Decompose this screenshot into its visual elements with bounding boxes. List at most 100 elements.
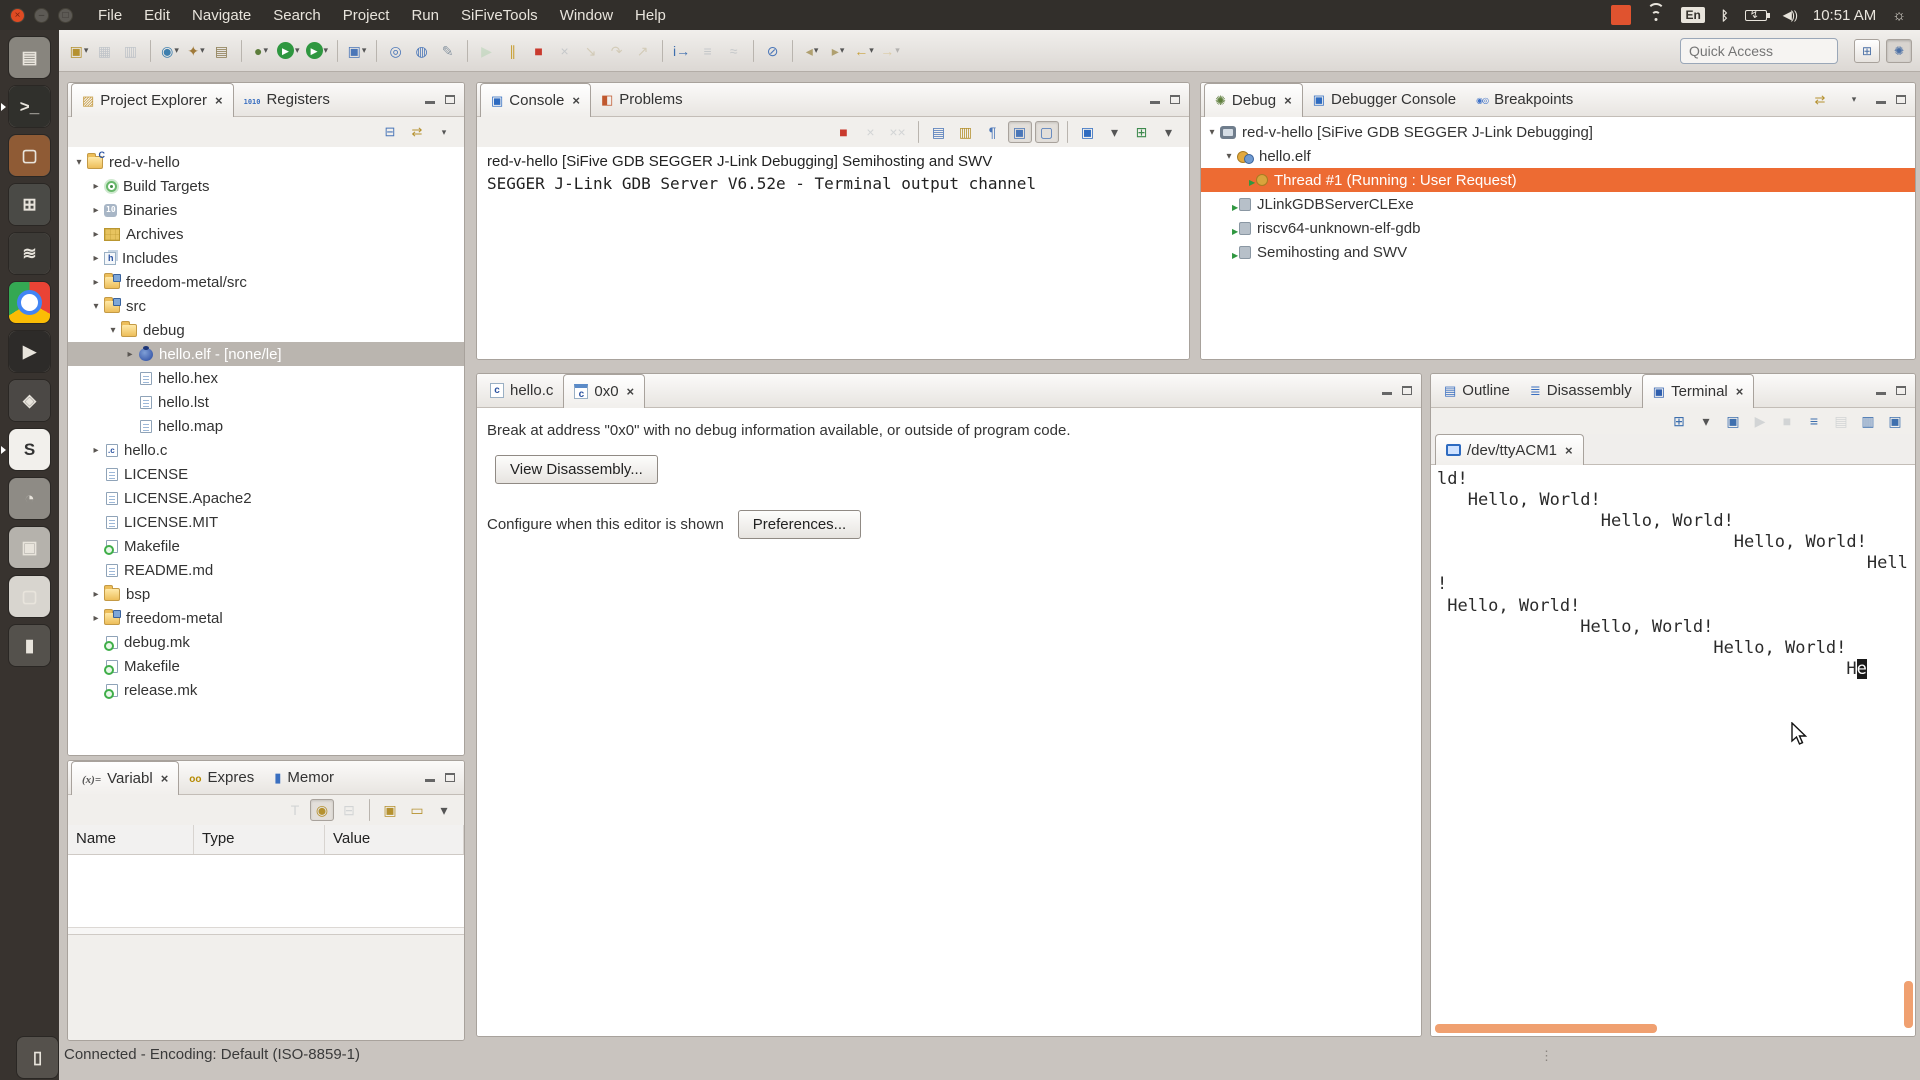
close-tab-icon[interactable]: ×	[627, 384, 635, 399]
tab-0x0[interactable]: 0x0 ×	[563, 374, 645, 408]
launcher-trash[interactable]: ▯	[16, 1036, 59, 1079]
expand-arrow[interactable]: ▾	[106, 325, 120, 336]
new-cpp-button[interactable]: ▣ ▾	[345, 38, 369, 64]
tree-row[interactable]: Makefile	[68, 534, 464, 558]
collapse-all-variables-button[interactable]: ⊟	[337, 799, 361, 821]
tree-row[interactable]: ▸ Binaries	[68, 198, 464, 222]
tree-row[interactable]: debug.mk	[68, 630, 464, 654]
tab-debug[interactable]: Debug ×	[1204, 83, 1303, 117]
display-selected-console-button[interactable]: ▣	[1076, 121, 1100, 143]
window-maximize-button[interactable]: □	[58, 8, 73, 23]
clear-console-button[interactable]: ▤	[927, 121, 951, 143]
expand-arrow[interactable]: ▸	[89, 253, 103, 264]
launcher-office[interactable]: ▢	[8, 575, 51, 618]
tree-row[interactable]: hello.map	[68, 414, 464, 438]
toolbar-button[interactable]	[792, 40, 793, 62]
run-button[interactable]: ▶ ▾	[275, 38, 302, 64]
detach-variables-button[interactable]: ▭	[405, 799, 429, 821]
tree-row[interactable]: LICENSE	[68, 462, 464, 486]
tree-row[interactable]: ▸ freedom-metal/src	[68, 270, 464, 294]
toolbar-button[interactable]	[753, 40, 754, 62]
expand-arrow[interactable]: ▸	[89, 181, 103, 192]
tab-terminal[interactable]: Terminal ×	[1642, 374, 1755, 408]
save-button[interactable]: ▦	[93, 38, 117, 64]
close-tab-icon[interactable]: ×	[215, 93, 223, 108]
tree-row[interactable]: ▸ Includes	[68, 246, 464, 270]
launcher-software[interactable]: ▣	[8, 526, 51, 569]
menu-help[interactable]: Help	[624, 0, 677, 30]
clock[interactable]: 10:51 AM	[1813, 7, 1876, 24]
minimize-view-button[interactable]	[1876, 392, 1886, 395]
debug-view-menu-button[interactable]: ⇄	[1808, 87, 1832, 113]
tree-row[interactable]: hello.hex	[68, 366, 464, 390]
column-name[interactable]: Name	[68, 825, 194, 854]
terminal-vertical-scrollbar-thumb[interactable]	[1904, 981, 1913, 1028]
tab-registers[interactable]: Registers	[234, 83, 340, 116]
terminate-console-button[interactable]: ■	[832, 121, 856, 143]
launcher-files[interactable]: ▤	[8, 36, 51, 79]
tree-row[interactable]: README.md	[68, 558, 464, 582]
expand-arrow[interactable]: ▸	[89, 613, 103, 624]
launcher-text-editor[interactable]: ▢	[8, 134, 51, 177]
search-button[interactable]: ◍	[410, 38, 434, 64]
tree-row[interactable]: release.mk	[68, 678, 464, 702]
quick-access-input[interactable]	[1680, 38, 1838, 64]
console-toolbar-button[interactable]	[918, 121, 919, 143]
toolbar-button[interactable]	[150, 40, 151, 62]
suspend-button[interactable]: ∥	[501, 38, 525, 64]
show-logical-structure-button[interactable]: ◉	[310, 799, 334, 821]
expand-arrow[interactable]: ▾	[89, 301, 103, 312]
maximize-view-button[interactable]	[445, 95, 455, 104]
variables-view-menu[interactable]: ▾	[432, 799, 456, 821]
debug-item-thread-1[interactable]: Thread #1 (Running : User Request)	[1201, 168, 1915, 192]
disconnect-terminal-button[interactable]: ■	[1775, 410, 1799, 432]
menu-file[interactable]: File	[87, 0, 133, 30]
minimize-view-button[interactable]	[425, 779, 435, 782]
tree-item-hello-elf[interactable]: ▸ hello.elf - [none/le]	[68, 342, 464, 366]
variables-toolbar-button[interactable]	[369, 799, 370, 821]
window-minimize-button[interactable]: –	[34, 8, 49, 23]
toolbar-button[interactable]	[376, 40, 377, 62]
terminal-output[interactable]: ld! Hello, World! Hello, World! Hello, W…	[1431, 465, 1915, 1036]
tree-row[interactable]: ▸ Build Targets	[68, 174, 464, 198]
forward-button[interactable]: → ▾	[878, 38, 902, 64]
tree-row[interactable]: ▸ hello.c	[68, 438, 464, 462]
open-console-button[interactable]: ⊞	[1130, 121, 1154, 143]
debug-tree-row[interactable]: Semihosting and SWV	[1201, 240, 1915, 264]
link-with-editor-button[interactable]: ⇄	[405, 121, 429, 143]
maximize-view-button[interactable]	[445, 773, 455, 782]
minimize-view-button[interactable]	[1150, 101, 1160, 104]
expand-arrow[interactable]: ▸	[89, 445, 103, 456]
new-terminal-view-button[interactable]: ▣	[1721, 410, 1745, 432]
close-tab-icon[interactable]: ×	[1565, 443, 1573, 458]
launcher-terminal[interactable]: >_	[8, 85, 51, 128]
trace-button[interactable]: ≈	[722, 38, 746, 64]
view-menu-button[interactable]: ▾	[432, 121, 456, 143]
toolbar-button[interactable]	[662, 40, 663, 62]
step-return-button[interactable]: ↗	[631, 38, 655, 64]
minimize-view-button[interactable]	[425, 101, 435, 104]
toolbar-button[interactable]	[241, 40, 242, 62]
scroll-lock-terminal-button[interactable]: ▥	[1856, 410, 1880, 432]
minimize-view-button[interactable]	[1382, 392, 1392, 395]
scroll-lock-button[interactable]: ▥	[954, 121, 978, 143]
show-type-names-button[interactable]: T	[283, 799, 307, 821]
tab-hello-c[interactable]: hello.c	[480, 374, 563, 407]
tab-expressions[interactable]: Expres	[179, 761, 264, 794]
external-tools-button[interactable]: ▶ ▾	[304, 38, 331, 64]
toolbar-button[interactable]	[337, 40, 338, 62]
tab-problems[interactable]: Problems	[591, 83, 693, 116]
menu-run[interactable]: Run	[400, 0, 450, 30]
terminal-horizontal-scrollbar-thumb[interactable]	[1435, 1024, 1657, 1033]
menu-window[interactable]: Window	[549, 0, 624, 30]
back-button[interactable]: ← ▾	[852, 38, 876, 64]
resize-gripper[interactable]: ⋮	[1540, 1048, 1555, 1064]
debug-tree-row[interactable]: riscv64-unknown-elf-gdb	[1201, 216, 1915, 240]
open-perspective-button[interactable]: ⊞	[1854, 39, 1880, 63]
wifi-icon[interactable]	[1647, 9, 1665, 21]
tree-row[interactable]: ▾ src	[68, 294, 464, 318]
menu-navigate[interactable]: Navigate	[181, 0, 262, 30]
view-disassembly-button[interactable]: View Disassembly...	[495, 455, 658, 484]
recorder-indicator-icon[interactable]	[1611, 5, 1631, 25]
open-element-button[interactable]: ◎	[384, 38, 408, 64]
